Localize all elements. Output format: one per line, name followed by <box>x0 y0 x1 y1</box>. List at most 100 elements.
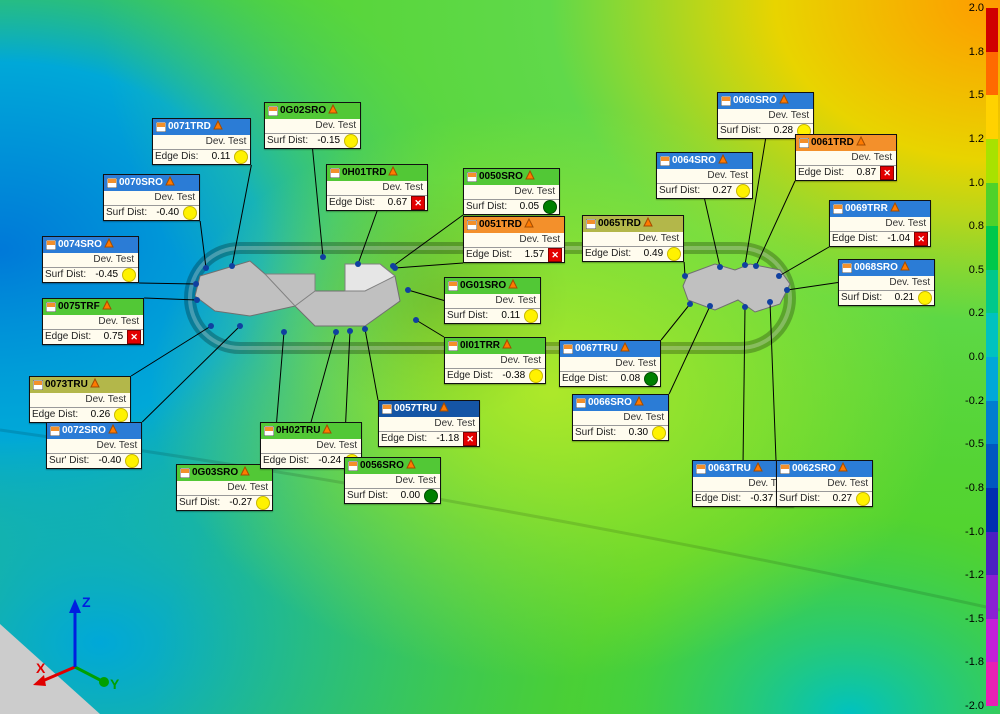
measurement-callout-0073TRU[interactable]: 0073TRUDev. TestEdge Dist:0.26 <box>29 376 131 423</box>
callout-title[interactable]: 0075TRF <box>43 299 143 315</box>
flag-icon <box>46 240 56 250</box>
measurement-callout-0G01SRO[interactable]: 0G01SRODev. TestSurf Dist:0.11 <box>444 277 541 324</box>
callout-row: Surf Dist:0.21 <box>839 290 934 305</box>
scale-segment <box>986 139 998 183</box>
callout-header: Dev. Test <box>265 119 360 133</box>
callout-title[interactable]: 0057TRU <box>379 401 479 417</box>
callout-row: Surf Dist:-0.27 <box>177 495 272 510</box>
measurement-callout-0061TRD[interactable]: 0061TRDDev. TestEdge Dist:0.87✕ <box>795 134 897 181</box>
row-label: Surf Dist: <box>659 185 702 197</box>
measurement-callout-0067TRU[interactable]: 0067TRUDev. TestEdge Dist:0.08 <box>559 340 661 387</box>
callout-title[interactable]: 0071TRD <box>153 119 250 135</box>
flag-icon <box>330 168 340 178</box>
callout-title[interactable]: 0G01SRO <box>445 278 540 294</box>
marker-icon <box>890 202 900 216</box>
callout-title[interactable]: 0056SRO <box>345 458 440 474</box>
scale-tick: -1.5 <box>965 613 984 625</box>
callout-title[interactable]: 0050SRO <box>464 169 559 185</box>
axis-triad[interactable]: X Y Z <box>30 589 120 699</box>
measurement-callout-0H01TRD[interactable]: 0H01TRDDev. TestEdge Dist:0.67✕ <box>326 164 428 211</box>
callout-id: 0075TRF <box>58 301 100 313</box>
row-value: -0.40 <box>149 207 181 219</box>
measurement-callout-0051TRD[interactable]: 0051TRDDev. TestEdge Dist:1.57✕ <box>463 216 565 263</box>
measurement-callout-0050SRO[interactable]: 0050SRODev. TestSurf Dist:0.05 <box>463 168 560 215</box>
row-label: Surf Dist: <box>720 125 763 137</box>
callout-title[interactable]: 0074SRO <box>43 237 138 253</box>
marker-icon <box>240 466 250 480</box>
flag-icon <box>107 178 117 188</box>
row-label: Surf Dist: <box>841 292 884 304</box>
measurement-callout-0I01TRR[interactable]: 0I01TRRDev. TestEdge Dist:-0.38 <box>444 337 546 384</box>
callout-id: 0057TRU <box>394 403 437 415</box>
scale-segment <box>986 226 998 270</box>
row-value: 0.28 <box>763 125 795 137</box>
measurement-callout-0065TRD[interactable]: 0065TRDDev. TestEdge Dist:0.49 <box>582 215 684 262</box>
callout-title[interactable]: 0065TRD <box>583 216 683 232</box>
callout-title[interactable]: 0068SRO <box>839 260 934 276</box>
row-value: -1.18 <box>429 433 461 445</box>
measurement-callout-0062SRO[interactable]: 0062SRODev. TestSurf Dist:0.27 <box>776 460 873 507</box>
callout-title[interactable]: 0G03SRO <box>177 465 272 481</box>
measurement-callout-0066SRO[interactable]: 0066SRODev. TestSurf Dist:0.30 <box>572 394 669 441</box>
status-red-icon: ✕ <box>880 166 894 180</box>
callout-row: Surf Dist:0.27 <box>657 183 752 198</box>
callout-id: 0067TRU <box>575 343 618 355</box>
callout-title[interactable]: 0073TRU <box>30 377 130 393</box>
status-red-icon: ✕ <box>127 330 141 344</box>
scale-tick: -1.8 <box>965 656 984 668</box>
measurement-callout-0060SRO[interactable]: 0060SRODev. TestSurf Dist:0.28 <box>717 92 814 139</box>
measurement-callout-0068SRO[interactable]: 0068SRODev. TestSurf Dist:0.21 <box>838 259 935 306</box>
measurement-callout-0G02SRO[interactable]: 0G02SRODev. TestSurf Dist:-0.15 <box>264 102 361 149</box>
callout-title[interactable]: 0061TRD <box>796 135 896 151</box>
callout-title[interactable]: 0G02SRO <box>265 103 360 119</box>
callout-title[interactable]: 0I01TRR <box>445 338 545 354</box>
row-value: -0.40 <box>91 455 123 467</box>
callout-title[interactable]: 0066SRO <box>573 395 668 411</box>
callout-title[interactable]: 0070SRO <box>104 175 199 191</box>
row-value: 0.00 <box>390 490 422 502</box>
callout-row: Surf Dist:0.05 <box>464 199 559 214</box>
marker-icon <box>108 424 118 438</box>
status-yellow-icon <box>652 426 666 440</box>
scale-tick: -2.0 <box>965 700 984 712</box>
callout-title[interactable]: 0H01TRD <box>327 165 427 181</box>
callout-row: Surf Dist:-0.15 <box>265 133 360 148</box>
flag-icon <box>799 138 809 148</box>
callout-header: Dev. Test <box>43 253 138 267</box>
measurement-callout-0056SRO[interactable]: 0056SRODev. TestSurf Dist:0.00 <box>344 457 441 504</box>
callout-row: Edge Dist:-1.18✕ <box>379 431 479 446</box>
callout-title[interactable]: 0060SRO <box>718 93 813 109</box>
callout-title[interactable]: 0062SRO <box>777 461 872 477</box>
callout-title[interactable]: 0051TRD <box>464 217 564 233</box>
callout-title[interactable]: 0067TRU <box>560 341 660 357</box>
measurement-callout-0071TRD[interactable]: 0071TRDDev. TestEdge Dis:0.11 <box>152 118 251 165</box>
measurement-callout-0G03SRO[interactable]: 0G03SRODev. TestSurf Dist:-0.27 <box>176 464 273 511</box>
measurement-callout-0064SRO[interactable]: 0064SRODev. TestSurf Dist:0.27 <box>656 152 753 199</box>
callout-row: Surf Dist:-0.45 <box>43 267 138 282</box>
row-value: 0.87 <box>846 167 878 179</box>
measurement-callout-0075TRF[interactable]: 0075TRFDev. TestEdge Dist:0.75✕ <box>42 298 144 345</box>
callout-id: 0070SRO <box>119 177 163 189</box>
scale-segment <box>986 662 998 706</box>
scale-segment <box>986 401 998 445</box>
measurement-callout-0070SRO[interactable]: 0070SRODev. TestSurf Dist:-0.40 <box>103 174 200 221</box>
marker-icon <box>90 378 100 392</box>
measurement-callout-0069TRR[interactable]: 0069TRRDev. TestEdge Dist:-1.04✕ <box>829 200 931 247</box>
marker-icon <box>102 300 112 314</box>
callout-title[interactable]: 0064SRO <box>657 153 752 169</box>
callout-title[interactable]: 0H02TRU <box>261 423 361 439</box>
measurement-callout-0057TRU[interactable]: 0057TRUDev. TestEdge Dist:-1.18✕ <box>378 400 480 447</box>
row-value: 0.49 <box>633 248 665 260</box>
measurement-callout-0072SRO[interactable]: 0072SRODev. TestSur' Dist:-0.40 <box>46 422 142 469</box>
row-label: Surf Dist: <box>575 427 618 439</box>
measurement-callout-0074SRO[interactable]: 0074SRODev. TestSurf Dist:-0.45 <box>42 236 139 283</box>
flag-icon <box>180 468 190 478</box>
marker-icon <box>388 166 398 180</box>
callout-title[interactable]: 0072SRO <box>47 423 141 439</box>
callout-id: 0072SRO <box>62 425 106 437</box>
flag-icon <box>448 281 458 291</box>
row-label: Surf Dist: <box>779 493 822 505</box>
status-yellow-icon <box>125 454 139 468</box>
callout-title[interactable]: 0069TRR <box>830 201 930 217</box>
callout-header: Dev. Test <box>445 354 545 368</box>
